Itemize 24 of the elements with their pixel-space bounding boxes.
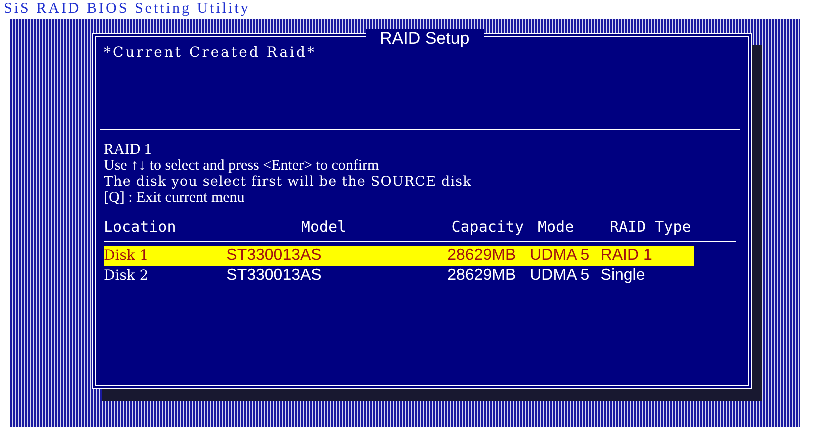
section-heading: *Current Created Raid* (104, 45, 318, 61)
table-cell-text: Disk 2 (104, 268, 150, 284)
dialog-title: RAID Setup (366, 29, 484, 49)
disk-row[interactable]: Disk 2 ST330013AS 28629MB UDMA 5 Single (104, 266, 694, 286)
table-cell-text: UDMA 5 (530, 247, 591, 265)
utility-title: SiS RAID BIOS Setting Utility (3, 0, 252, 18)
column-header: Model (300, 218, 348, 236)
table-cell-text: RAID 1 (600, 247, 654, 265)
table-cell-text: Disk 1 (104, 248, 150, 264)
column-header: Location (104, 218, 178, 236)
table-cell-text: ST330013AS (226, 267, 323, 285)
table-cell-text: 28629MB (446, 267, 518, 285)
table-cell-text: ST330013AS (226, 247, 323, 265)
table-cell-text: Single (600, 267, 646, 285)
column-header: Capacity (450, 218, 525, 236)
instruction-text: The disk you select first will be the SOURCE disk (104, 174, 473, 190)
column-header: RAID Type (610, 218, 692, 236)
disk-row[interactable]: Disk 1 ST330013AS 28629MB UDMA 5 RAID 1 (104, 246, 694, 266)
column-header: Mode (538, 218, 576, 236)
table-cell-text: 28629MB (446, 247, 518, 265)
table-cell-text: UDMA 5 (530, 267, 591, 285)
instruction-text: Use ↑↓ to select and press <Enter> to confirm (104, 158, 380, 174)
raid-level-text: RAID 1 (104, 142, 153, 158)
instruction-text: [Q] : Exit current menu (104, 190, 246, 206)
